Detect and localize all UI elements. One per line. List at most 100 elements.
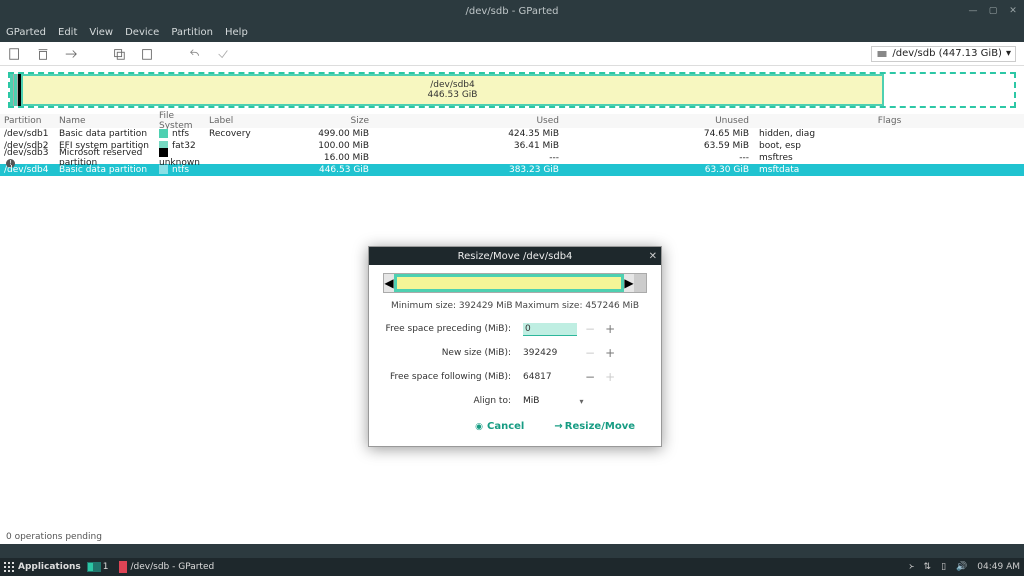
cell-size: 499.00 MiB bbox=[279, 129, 379, 139]
fs-swatch bbox=[159, 129, 168, 138]
newsize-input[interactable]: 392429 bbox=[523, 348, 577, 358]
table-row[interactable]: /dev/sdb4Basic data partitionntfs446.53 … bbox=[0, 164, 1024, 176]
resize-used-region[interactable] bbox=[394, 274, 624, 292]
menu-edit[interactable]: Edit bbox=[58, 27, 77, 38]
resize-visual[interactable]: ◀ ▶ bbox=[383, 273, 647, 293]
menubar: GParted Edit View Device Partition Help bbox=[0, 22, 1024, 42]
stepper-plus-icon[interactable]: + bbox=[605, 322, 615, 336]
cell-flags: msftdata bbox=[759, 165, 1020, 175]
stepper-plus-icon[interactable]: + bbox=[605, 370, 615, 384]
disk-graph[interactable]: /dev/sdb4 446.53 GiB bbox=[8, 72, 1016, 108]
taskbar: Applications 1 /dev/sdb - GParted ᚛ ⇅ ▯ … bbox=[0, 558, 1024, 576]
copy-icon[interactable] bbox=[112, 47, 126, 61]
status-text: 0 operations pending bbox=[6, 532, 102, 542]
align-label: Align to: bbox=[383, 396, 523, 406]
col-label[interactable]: Label bbox=[209, 116, 279, 126]
col-flags[interactable]: Flags bbox=[759, 116, 1020, 126]
cell-used: --- bbox=[379, 153, 569, 163]
graph-main-label: /dev/sdb4 bbox=[430, 80, 474, 90]
align-select[interactable]: MiB ▾ bbox=[523, 396, 583, 406]
stepper-minus-icon[interactable]: − bbox=[585, 370, 595, 384]
graph-seg-free bbox=[884, 74, 1014, 106]
chevron-down-icon: ▾ bbox=[579, 397, 583, 406]
align-value: MiB bbox=[523, 396, 539, 406]
undo-icon[interactable] bbox=[188, 47, 202, 61]
paste-icon[interactable] bbox=[140, 47, 154, 61]
chevron-down-icon: ▾ bbox=[1006, 48, 1011, 59]
following-label: Free space following (MiB): bbox=[383, 372, 523, 382]
stepper-plus-icon[interactable]: + bbox=[605, 346, 615, 360]
window-minimize-icon[interactable]: — bbox=[966, 4, 980, 18]
table-header: Partition Name File System Label Size Us… bbox=[0, 114, 1024, 128]
cell-size: 16.00 MiB bbox=[279, 153, 379, 163]
new-partition-icon[interactable] bbox=[8, 47, 22, 61]
window-title: /dev/sdb - GParted bbox=[0, 6, 1024, 17]
cell-size: 446.53 GiB bbox=[279, 165, 379, 175]
menu-view[interactable]: View bbox=[89, 27, 113, 38]
cell-flags: boot, esp bbox=[759, 141, 1020, 151]
dialog-titlebar[interactable]: Resize/Move /dev/sdb4 ✕ bbox=[369, 247, 661, 265]
max-size-label: Maximum size: 457246 MiB bbox=[515, 301, 639, 311]
graph-main-size: 446.53 GiB bbox=[427, 90, 477, 100]
network-icon[interactable]: ⇅ bbox=[924, 562, 932, 572]
cell-unused: --- bbox=[569, 153, 759, 163]
preceding-input[interactable]: 0 bbox=[523, 323, 577, 336]
taskbar-task-gparted[interactable]: /dev/sdb - GParted bbox=[115, 561, 219, 573]
cell-fs: ntfs bbox=[159, 165, 209, 175]
graph-seg-sdb4: /dev/sdb4 446.53 GiB bbox=[21, 74, 884, 106]
workspace-icon bbox=[87, 562, 101, 572]
col-unused[interactable]: Unused bbox=[569, 116, 759, 126]
bluetooth-icon[interactable]: ᚛ bbox=[909, 562, 914, 572]
cell-used: 383.23 GiB bbox=[379, 165, 569, 175]
disk-selector[interactable]: /dev/sdb (447.13 GiB) ▾ bbox=[871, 46, 1016, 62]
cell-label: Recovery bbox=[209, 129, 279, 139]
resize-move-button[interactable]: Resize/Move bbox=[554, 421, 635, 432]
col-name[interactable]: Name bbox=[59, 116, 159, 126]
handle-left-icon[interactable]: ◀ bbox=[384, 276, 394, 290]
toolbar: /dev/sdb (447.13 GiB) ▾ bbox=[0, 42, 1024, 66]
menu-partition[interactable]: Partition bbox=[171, 27, 213, 38]
volume-icon[interactable]: 🔊 bbox=[956, 562, 967, 572]
following-input[interactable]: 64817 bbox=[523, 372, 577, 382]
col-used[interactable]: Used bbox=[379, 116, 569, 126]
cell-used: 36.41 MiB bbox=[379, 141, 569, 151]
cell-flags: msftres bbox=[759, 153, 1020, 163]
partition-table: /dev/sdb1Basic data partitionntfsRecover… bbox=[0, 128, 1024, 176]
table-row[interactable]: /dev/sdb1Basic data partitionntfsRecover… bbox=[0, 128, 1024, 140]
disk-selector-label: /dev/sdb (447.13 GiB) bbox=[892, 48, 1002, 59]
task-label: /dev/sdb - GParted bbox=[131, 562, 215, 572]
menu-device[interactable]: Device bbox=[125, 27, 159, 38]
preceding-label: Free space preceding (MiB): bbox=[383, 324, 523, 334]
battery-icon[interactable]: ▯ bbox=[941, 562, 946, 572]
col-fs[interactable]: File System bbox=[159, 111, 209, 131]
apps-grid-icon bbox=[4, 562, 14, 572]
stepper-minus-icon[interactable]: − bbox=[585, 346, 595, 360]
fs-swatch bbox=[159, 165, 168, 174]
window-maximize-icon[interactable]: ▢ bbox=[986, 4, 1000, 18]
menu-gparted[interactable]: GParted bbox=[6, 27, 46, 38]
close-icon[interactable]: ✕ bbox=[649, 251, 657, 262]
applications-menu[interactable]: Applications bbox=[4, 562, 81, 572]
handle-right-icon[interactable]: ▶ bbox=[624, 276, 634, 290]
cell-flags: hidden, diag bbox=[759, 129, 1020, 139]
cell-fs: ntfs bbox=[159, 129, 209, 139]
cell-used: 424.35 MiB bbox=[379, 129, 569, 139]
window-titlebar: /dev/sdb - GParted — ▢ ✕ bbox=[0, 0, 1024, 22]
resize-icon[interactable] bbox=[64, 47, 78, 61]
workspace-switcher[interactable]: 1 bbox=[87, 562, 109, 572]
stepper-minus-icon[interactable]: − bbox=[585, 322, 595, 336]
table-row[interactable]: /dev/sdb3!Microsoft reserved partitionun… bbox=[0, 152, 1024, 164]
menu-help[interactable]: Help bbox=[225, 27, 248, 38]
cell-partition: /dev/sdb1 bbox=[4, 129, 59, 139]
cell-unused: 63.30 GiB bbox=[569, 165, 759, 175]
clock[interactable]: 04:49 AM bbox=[977, 562, 1020, 572]
col-size[interactable]: Size bbox=[279, 116, 379, 126]
newsize-label: New size (MiB): bbox=[383, 348, 523, 358]
app-body: /dev/sdb (447.13 GiB) ▾ /dev/sdb4 446.53… bbox=[0, 42, 1024, 544]
apply-icon[interactable] bbox=[216, 47, 230, 61]
col-partition[interactable]: Partition bbox=[4, 116, 59, 126]
resize-dialog: Resize/Move /dev/sdb4 ✕ ◀ ▶ Minimum size… bbox=[368, 246, 662, 447]
delete-icon[interactable] bbox=[36, 47, 50, 61]
cancel-button[interactable]: Cancel bbox=[475, 421, 524, 432]
window-close-icon[interactable]: ✕ bbox=[1006, 4, 1020, 18]
